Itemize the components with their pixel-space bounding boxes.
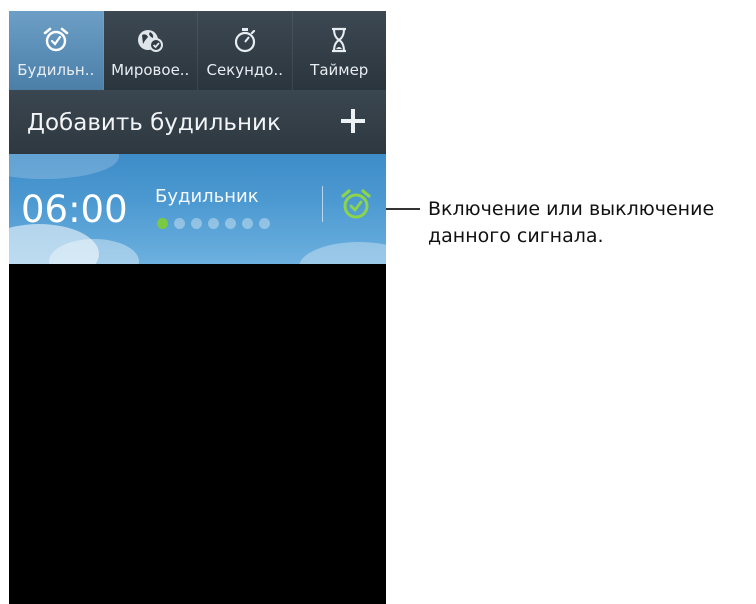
tab-world-clock-label: Мировое.. [111, 61, 190, 79]
callout-line [386, 208, 420, 210]
alarm-clock-icon [43, 27, 69, 52]
add-alarm-label: Добавить будильник [27, 110, 281, 136]
tab-timer-label: Таймер [310, 61, 369, 79]
phone-screen: Будильн.. Мировое.. Секундо.. Таймер Доб… [9, 11, 386, 604]
cloud-decoration [9, 154, 119, 179]
callout-text: Включение или выключение данного сигнала… [428, 196, 754, 250]
plus-icon[interactable] [340, 108, 366, 134]
tab-alarm-label: Будильн.. [17, 61, 95, 79]
tab-alarm[interactable]: Будильн.. [9, 11, 104, 90]
tab-stopwatch-label: Секундо.. [206, 61, 284, 79]
hourglass-icon [332, 27, 347, 53]
tab-bar: Будильн.. Мировое.. Секундо.. Таймер [9, 11, 386, 90]
divider [322, 186, 323, 222]
tab-timer[interactable]: Таймер [293, 11, 387, 90]
alarm-on-icon[interactable] [338, 186, 374, 222]
add-alarm-bar[interactable]: Добавить будильник [9, 90, 386, 154]
callout-line-2: данного сигнала. [428, 225, 604, 247]
world-clock-icon [138, 30, 164, 52]
tab-stopwatch[interactable]: Секундо.. [198, 11, 293, 90]
alarm-item[interactable]: 06:00 Будильник [9, 154, 386, 264]
stopwatch-icon [234, 28, 255, 53]
alarm-days-indicator [157, 218, 270, 229]
alarm-time: 06:00 [21, 188, 128, 231]
tab-world-clock[interactable]: Мировое.. [104, 11, 198, 90]
cloud-decoration [299, 242, 386, 264]
alarm-name: Будильник [155, 186, 259, 207]
callout-line-1: Включение или выключение [428, 198, 715, 220]
